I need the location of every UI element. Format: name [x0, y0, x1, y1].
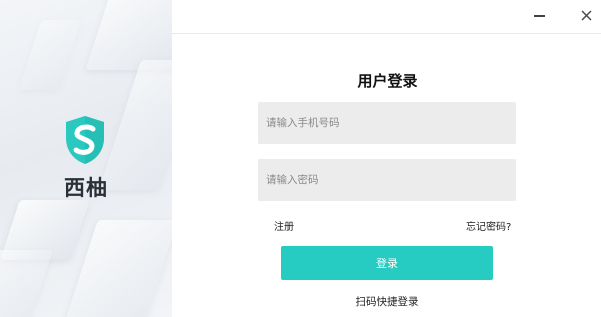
header-divider [172, 33, 601, 34]
qr-login-link[interactable]: 扫码快捷登录 [281, 294, 493, 309]
decorative-block [62, 220, 172, 317]
minimize-icon [533, 15, 545, 17]
register-link[interactable]: 注册 [274, 218, 294, 233]
login-button[interactable]: 登录 [281, 246, 493, 280]
brand-panel: 西柚 [0, 0, 172, 317]
decorative-block [18, 20, 82, 90]
minimize-button[interactable] [528, 4, 550, 26]
login-window: 西柚 用户登录 注册 忘记密码? 登录 扫码快捷登录 [0, 0, 601, 317]
decorative-block [98, 60, 172, 190]
forgot-password-link[interactable]: 忘记密码? [466, 218, 511, 233]
phone-input[interactable] [258, 102, 516, 144]
password-input[interactable] [258, 159, 516, 201]
brand-name: 西柚 [64, 176, 108, 200]
close-button[interactable] [575, 4, 597, 26]
page-title: 用户登录 [357, 72, 418, 90]
shield-s-logo-icon [62, 114, 108, 166]
decorative-block [0, 250, 53, 317]
close-icon [581, 10, 591, 20]
